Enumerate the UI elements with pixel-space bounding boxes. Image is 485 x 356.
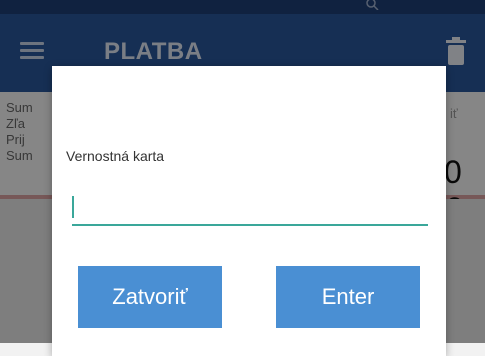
loyalty-card-dialog: Vernostná karta Zatvoriť Enter bbox=[52, 66, 446, 356]
loyalty-card-input[interactable] bbox=[72, 192, 428, 226]
enter-button[interactable]: Enter bbox=[276, 266, 420, 328]
loyalty-card-field[interactable] bbox=[72, 192, 428, 226]
field-underline bbox=[72, 224, 428, 226]
close-button[interactable]: Zatvoriť bbox=[78, 266, 222, 328]
text-cursor bbox=[72, 196, 74, 218]
dialog-label: Vernostná karta bbox=[66, 148, 165, 164]
